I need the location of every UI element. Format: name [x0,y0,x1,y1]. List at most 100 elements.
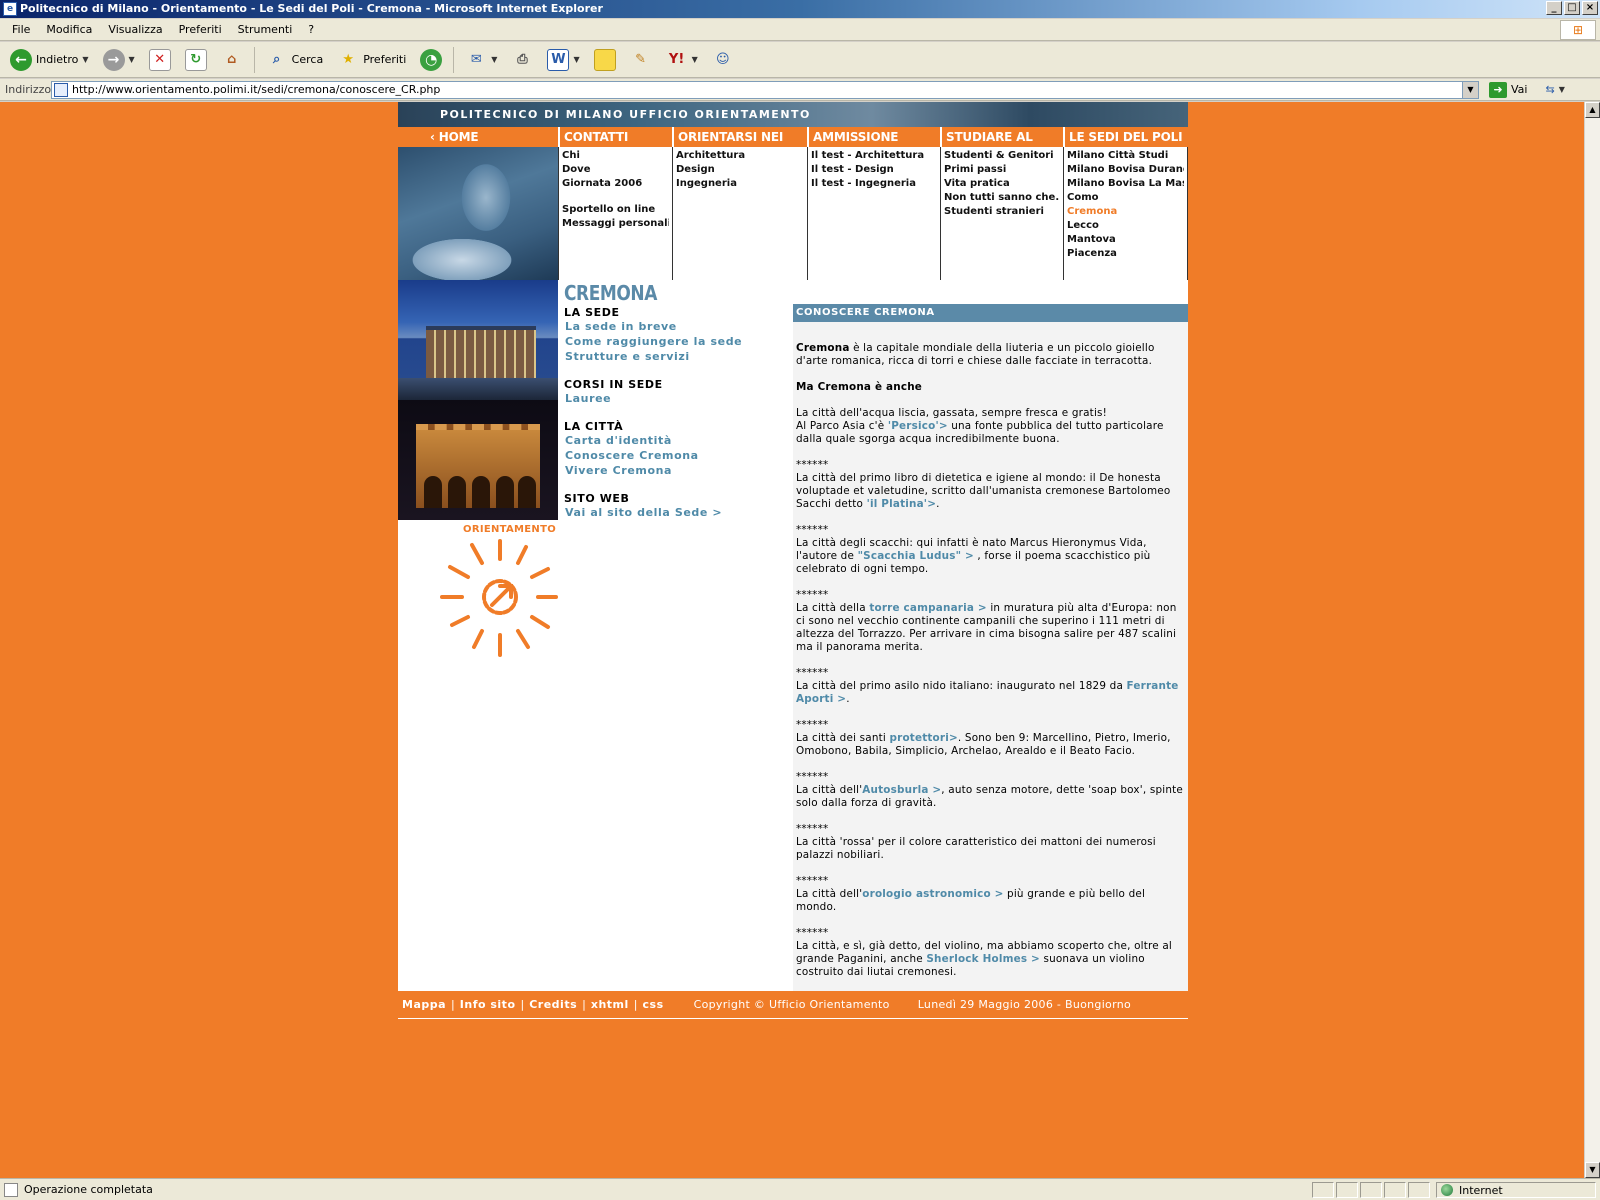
history-button[interactable]: ◔ [414,45,448,75]
menu-preferiti[interactable]: Preferiti [171,23,230,36]
nav-sedi[interactable]: LE SEDI DEL POLI [1063,127,1188,147]
messenger-button[interactable]: ☺ [706,45,740,75]
nav-ammissione[interactable]: AMMISSIONE [807,127,940,147]
chevron-down-icon[interactable]: ▼ [573,55,579,64]
link-autosburla[interactable]: Autosburla > [862,784,941,796]
nav-orientarsi[interactable]: ORIENTARSI NEI CORSI [672,127,807,164]
nav-link-chi[interactable]: Chi [562,149,669,163]
minimize-button[interactable]: _ [1546,1,1562,15]
link-lauree[interactable]: Lauree [564,391,793,406]
menu-visualizza[interactable]: Visualizza [100,23,170,36]
nav-link-ingegneria[interactable]: Ingegneria [676,177,804,191]
nav-link-mantova[interactable]: Mantova [1067,233,1184,247]
link-conoscere-cremona[interactable]: Conoscere Cremona [564,448,793,463]
links-button[interactable]: ⇆ ▼ [1545,81,1581,99]
print-button[interactable]: ⎙ [505,45,539,75]
nav-link-stranieri[interactable]: Studenti stranieri [944,205,1060,219]
link-carta-identita[interactable]: Carta d'identità [564,433,793,448]
chevron-down-icon[interactable]: ▼ [129,55,135,64]
scroll-up-icon[interactable]: ▲ [1585,102,1600,118]
vertical-scrollbar[interactable]: ▲ ▼ [1584,102,1600,1178]
footer-link-css[interactable]: css [643,998,664,1011]
footer-link-xhtml[interactable]: xhtml [591,998,629,1011]
link-persico[interactable]: 'Persico'> [888,420,948,432]
nav-link-test-architettura[interactable]: Il test - Architettura [811,149,937,163]
nav-studiare[interactable]: STUDIARE AL POLI [940,127,1063,164]
nav-link-sportello[interactable]: Sportello on line [562,203,669,217]
menu-modifica[interactable]: Modifica [38,23,100,36]
toolbar-separator [453,46,455,73]
search-label: Cerca [291,53,324,66]
chevron-down-icon[interactable]: ▼ [491,55,497,64]
nav-link-architettura[interactable]: Architettura [676,149,804,163]
link-come-raggiungere[interactable]: Come raggiungere la sede [564,334,793,349]
edit-button[interactable]: W ▼ [541,45,585,75]
link-sito-sede[interactable]: Vai al sito della Sede > [564,505,793,520]
close-button[interactable]: × [1582,1,1598,15]
nav-link-como[interactable]: Como [1067,191,1184,205]
link-sherlock[interactable]: Sherlock Holmes > [926,953,1040,965]
scroll-down-icon[interactable]: ▼ [1585,1162,1600,1178]
home-button[interactable]: ⌂ [215,45,249,75]
footer-link-credits[interactable]: Credits [529,998,577,1011]
chevron-down-icon[interactable]: ▼ [1559,85,1565,94]
research-button[interactable]: ✎ [624,45,658,75]
address-input[interactable]: http://www.orientamento.polimi.it/sedi/c… [51,80,1479,99]
article-paragraph: ****** La città dell'Autosburla >, auto s… [796,771,1183,809]
nav-home[interactable]: ‹ HOME [398,127,558,147]
chevron-down-icon[interactable]: ▼ [1462,81,1478,98]
link-platina[interactable]: 'il Platina'> [867,498,937,510]
maximize-button[interactable]: □ [1564,1,1580,15]
nav-link-bovisa-lamasa[interactable]: Milano Bovisa La Masa [1067,177,1184,191]
refresh-button[interactable]: ↻ [179,45,213,75]
address-url[interactable]: http://www.orientamento.polimi.it/sedi/c… [72,83,440,96]
nav-link-primi-passi[interactable]: Primi passi [944,163,1060,177]
favorites-button[interactable]: ★ Preferiti [331,45,412,75]
page-done-icon [4,1182,18,1197]
link-torre-campanaria[interactable]: torre campanaria > [869,602,987,614]
messenger-icon: ☺ [715,52,730,67]
nav-link-lecco[interactable]: Lecco [1067,219,1184,233]
footer-link-mappa[interactable]: Mappa [402,998,446,1011]
search-button[interactable]: ⌕ Cerca [260,45,330,75]
section-heading-sede: LA SEDE [564,306,620,319]
nav-link-design[interactable]: Design [676,163,804,177]
go-arrow-icon: ➜ [1489,81,1507,98]
go-button[interactable]: ➜ Vai [1489,81,1527,98]
back-button[interactable]: ← Indietro ▼ [4,45,95,75]
nav-link-test-design[interactable]: Il test - Design [811,163,937,177]
nav-link-non-tutti[interactable]: Non tutti sanno che... [944,191,1060,205]
nav-link-dove[interactable]: Dove [562,163,669,177]
nav-link-giornata[interactable]: Giornata 2006 [562,177,669,191]
chevron-down-icon[interactable]: ▼ [82,55,88,64]
menu-strumenti[interactable]: Strumenti [230,23,301,36]
chevron-down-icon[interactable]: ▼ [692,55,698,64]
footer-link-info[interactable]: Info sito [460,998,516,1011]
nav-link-test-ingegneria[interactable]: Il test - Ingegneria [811,177,937,191]
link-protettori[interactable]: protettori> [890,732,958,744]
nav-contatti[interactable]: CONTATTI [558,127,672,147]
nav-link-piacenza[interactable]: Piacenza [1067,247,1184,261]
article-paragraph: ****** La città 'rossa' per il colore car… [796,823,1156,861]
link-scacchia-ludus[interactable]: "Scacchia Ludus" > [858,550,974,562]
link-sede-in-breve[interactable]: La sede in breve [564,319,793,334]
stop-button[interactable]: ✕ [143,45,177,75]
link-orologio[interactable]: orologio astronomico > [862,888,1003,900]
mail-button[interactable]: ✉ ▼ [459,45,503,75]
nav-link-citta-studi[interactable]: Milano Città Studi [1067,149,1184,163]
menu-file[interactable]: File [4,23,38,36]
link-vivere-cremona[interactable]: Vivere Cremona [564,463,793,478]
forward-button[interactable]: → ▼ [97,45,141,75]
menu-help[interactable]: ? [300,23,322,36]
nav-link-cremona[interactable]: Cremona [1067,205,1184,219]
article-paragraph: ****** La città del primo asilo nido ital… [796,667,1179,705]
link-strutture[interactable]: Strutture e servizi [564,349,793,364]
yahoo-button[interactable]: Y! ▼ [660,45,704,75]
nav-link-bovisa-durando[interactable]: Milano Bovisa Durando [1067,163,1184,177]
nav-link-studenti-genitori[interactable]: Studenti & Genitori [944,149,1060,163]
campus-photo [398,280,558,400]
discuss-button[interactable] [588,45,622,75]
address-bar: Indirizzo http://www.orientamento.polimi… [0,79,1600,101]
nav-link-messaggi[interactable]: Messaggi personali [562,217,669,231]
nav-link-vita-pratica[interactable]: Vita pratica [944,177,1060,191]
